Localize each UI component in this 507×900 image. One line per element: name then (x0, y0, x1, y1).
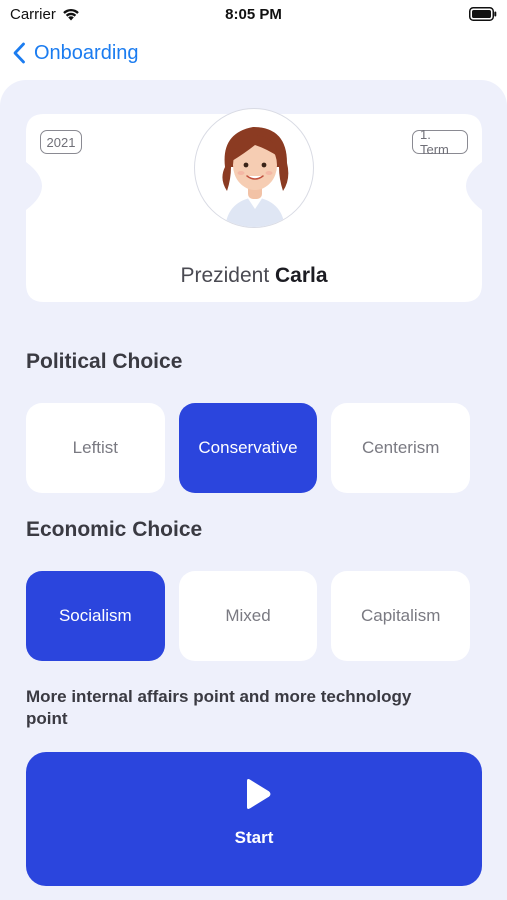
back-button[interactable]: Onboarding (12, 36, 139, 70)
start-label: Start (234, 828, 274, 847)
battery-icon (469, 7, 497, 21)
political-options: Leftist Conservative Centerism (26, 403, 471, 493)
clock: 8:05 PM (225, 6, 282, 23)
economic-options: Socialism Mixed Capitalism (26, 571, 471, 661)
term-badge: 1. Term (412, 127, 468, 157)
year-badge: 2021 (40, 130, 82, 154)
woman-avatar-icon (222, 127, 289, 227)
president-title: Prezident (180, 264, 270, 287)
option-leftist[interactable]: Leftist (26, 403, 165, 493)
choice-description: More internal affairs point and more tec… (26, 687, 412, 728)
chevron-left-icon (13, 42, 25, 64)
president-name: Prezident Carla (26, 264, 482, 288)
political-choice-title: Political Choice (26, 350, 183, 373)
back-label: Onboarding (34, 41, 139, 64)
option-socialism[interactable]: Socialism (26, 571, 165, 661)
start-button[interactable]: Start (26, 752, 482, 886)
option-capitalism[interactable]: Capitalism (331, 571, 471, 661)
play-icon (247, 779, 271, 809)
option-conservative[interactable]: Conservative (178, 403, 318, 493)
content-panel: 2021 1. Term Prezident Carla Political C… (0, 80, 507, 900)
status-bar: Carrier 8:05 PM (0, 0, 507, 30)
president-first-name: Carla (275, 264, 328, 287)
economic-choice-title: Economic Choice (26, 518, 203, 541)
avatar (194, 108, 314, 228)
president-card: 2021 1. Term Prezident Carla (26, 108, 482, 302)
option-centerism[interactable]: Centerism (331, 403, 471, 493)
option-mixed[interactable]: Mixed (178, 571, 318, 661)
